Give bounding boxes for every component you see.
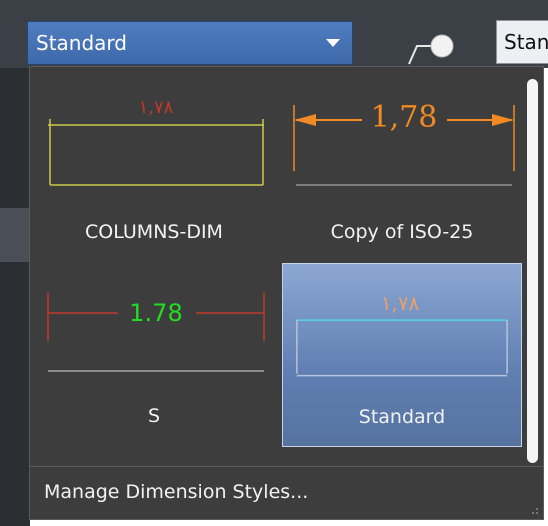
dimension-style-combobox-value: Standard bbox=[36, 31, 127, 55]
style-tile-label: Copy of ISO-25 bbox=[330, 221, 474, 243]
preview-value-text: 1,78 bbox=[371, 100, 438, 135]
preview-value-text: ١,٧٨ bbox=[381, 292, 420, 315]
multileader-style-combobox-value: Stan bbox=[504, 30, 548, 54]
style-tile-label: S bbox=[147, 405, 161, 427]
chevron-down-icon[interactable] bbox=[326, 39, 340, 47]
style-tile-label: Standard bbox=[358, 406, 446, 428]
dimension-preview: 1,78 bbox=[293, 100, 515, 186]
left-panel-strip bbox=[0, 68, 30, 526]
manage-dimension-styles-item[interactable]: Manage Dimension Styles... bbox=[44, 465, 308, 519]
preview-value-text: ١,٧٨ bbox=[139, 97, 174, 118]
style-tile-s[interactable]: 1.78 S bbox=[34, 263, 274, 447]
multileader-icon[interactable] bbox=[405, 30, 465, 68]
style-tile-columns-dim[interactable]: ١,٧٨ COLUMNS-DIM bbox=[34, 75, 274, 261]
dimension-style-dropdown: ١,٧٨ COLUMNS-DIM 1,78 Copy of ISO-25 1.7… bbox=[29, 66, 544, 520]
multileader-style-combobox[interactable]: Stan bbox=[496, 20, 548, 64]
dimension-preview: ١,٧٨ bbox=[296, 292, 508, 377]
scrollbar-thumb[interactable] bbox=[527, 79, 538, 463]
dimension-style-combobox[interactable]: Standard bbox=[27, 21, 353, 65]
style-tile-standard[interactable]: ١,٧٨ Standard bbox=[282, 263, 522, 447]
style-tile-label: COLUMNS-DIM bbox=[85, 221, 223, 243]
dimension-preview: 1.78 bbox=[47, 293, 265, 372]
left-panel-band bbox=[0, 208, 30, 262]
dimension-preview: ١,٧٨ bbox=[48, 97, 264, 186]
preview-value-text: 1.78 bbox=[129, 299, 182, 327]
style-tile-copy-of-iso-25[interactable]: 1,78 Copy of ISO-25 bbox=[282, 75, 522, 261]
resize-grip-icon[interactable] bbox=[529, 505, 539, 515]
